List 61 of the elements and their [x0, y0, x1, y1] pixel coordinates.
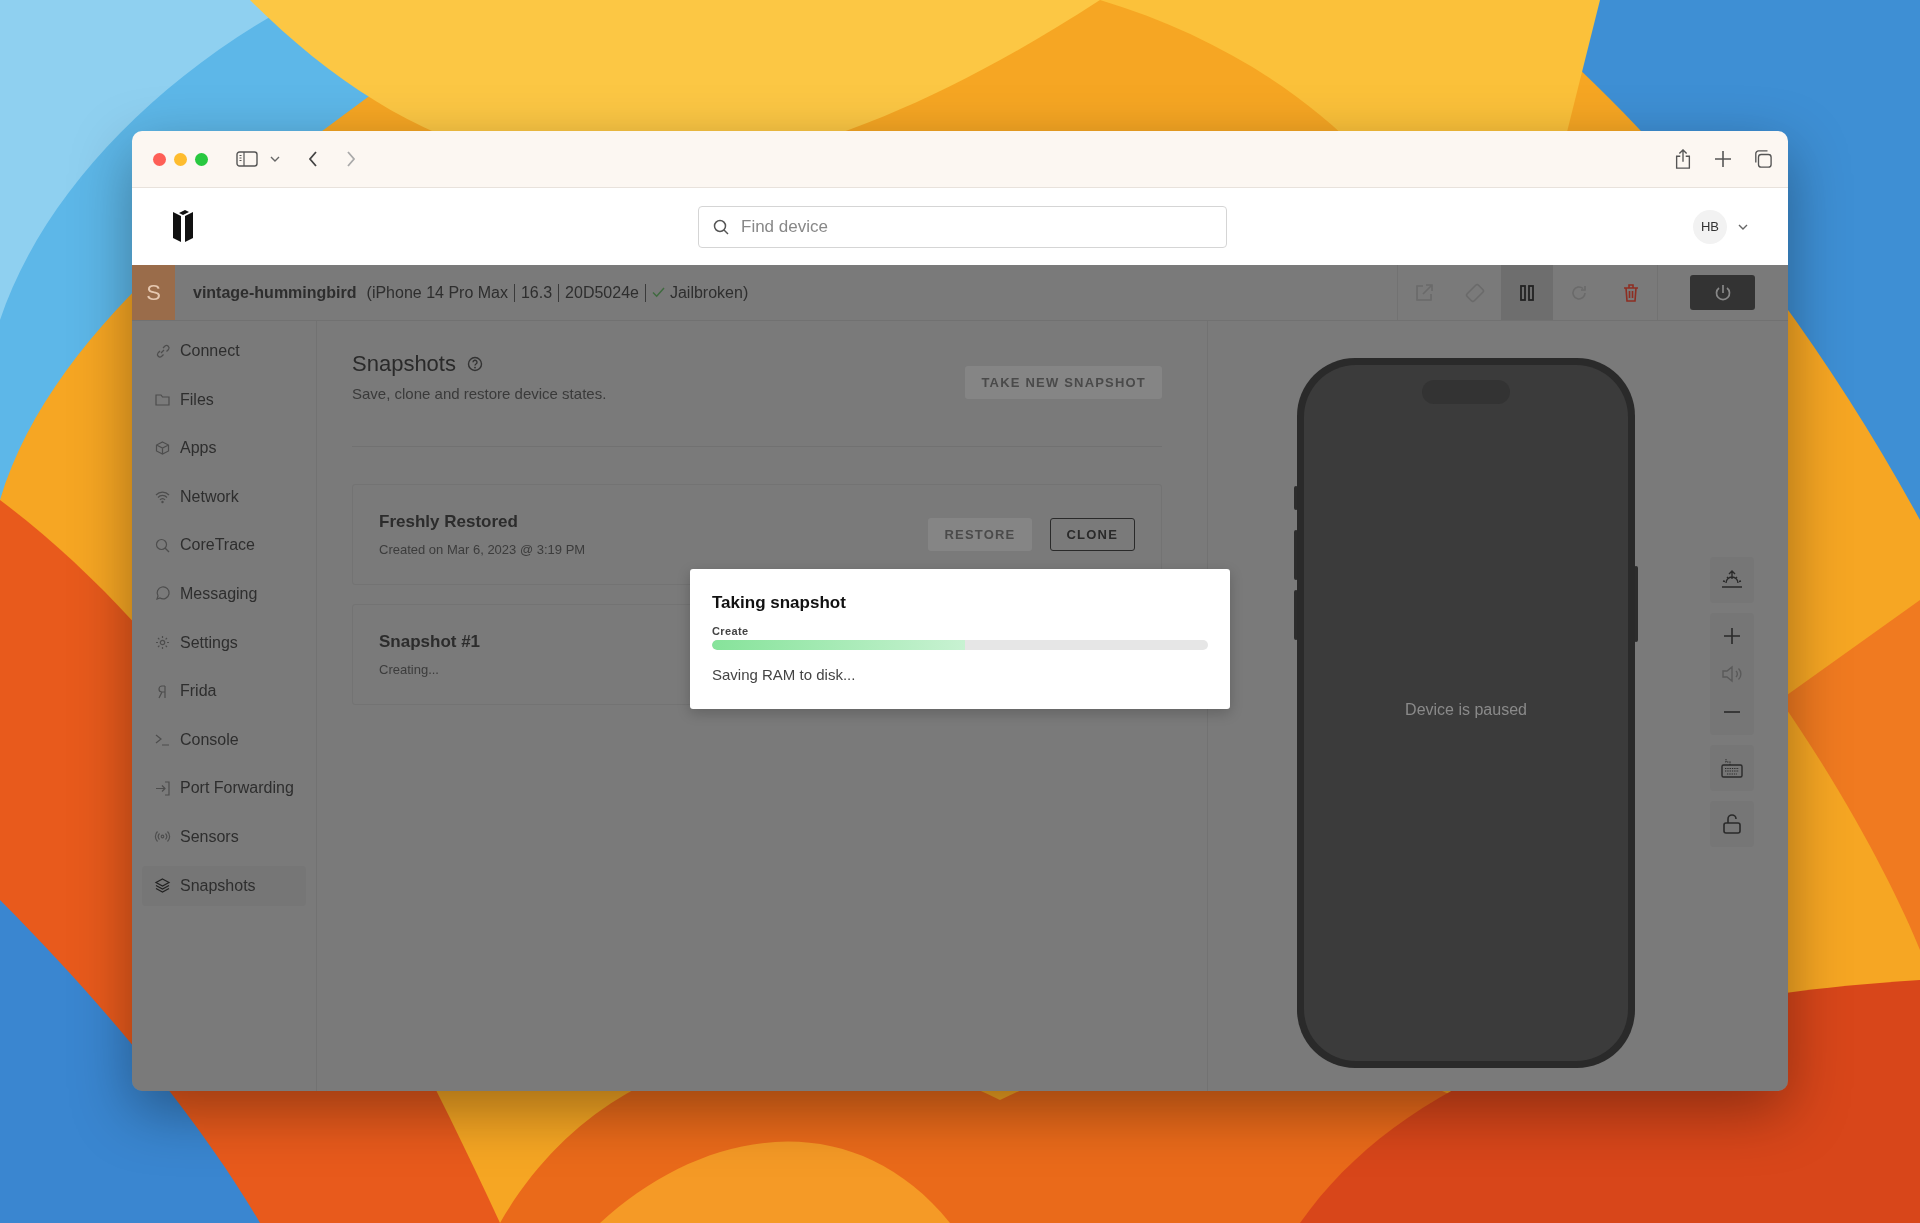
dialog-title: Taking snapshot — [712, 593, 847, 613]
chevron-down-icon[interactable] — [1738, 223, 1748, 230]
plus-icon[interactable] — [1714, 149, 1732, 169]
forward-icon[interactable] — [346, 150, 356, 168]
keyboard-icon — [1720, 756, 1744, 780]
sidebar-item[interactable]: Connect — [142, 331, 306, 371]
settings-icon — [154, 634, 171, 652]
device-name: vintage-hummingbird — [193, 283, 357, 302]
chevron-down-icon[interactable] — [270, 156, 280, 162]
power-button[interactable] — [1690, 275, 1755, 310]
sidebar-item[interactable]: Messaging — [142, 573, 306, 614]
jailbreak-status: Jailbroken) — [669, 283, 749, 302]
unlock-icon — [1720, 812, 1744, 836]
minimize-window-button[interactable] — [174, 152, 187, 166]
zoom-window-button[interactable] — [195, 152, 208, 166]
page-subtitle: Save, clone and restore device states. — [352, 385, 607, 402]
progress-message: Saving RAM to disk... — [712, 666, 857, 683]
sidebar-item[interactable]: Sensors — [142, 816, 306, 857]
search-field[interactable]: Find device — [698, 205, 1227, 248]
minus-icon — [1723, 711, 1741, 713]
sidebar-item[interactable]: Apps — [142, 428, 306, 469]
sign-in-icon — [154, 779, 171, 797]
snapshot-date: Creating... — [379, 662, 440, 677]
sidebar-item[interactable]: Files — [142, 379, 306, 420]
pause-icon — [1517, 282, 1537, 303]
step-label: Create — [712, 625, 750, 637]
help-icon[interactable] — [466, 356, 483, 372]
snapshot-name: Snapshot #1 — [379, 632, 481, 652]
power-icon — [1715, 283, 1730, 300]
snapshot-name: Freshly Restored — [379, 512, 519, 532]
close-window-button[interactable] — [153, 152, 166, 166]
search-icon — [713, 218, 729, 235]
folder-icon — [154, 391, 171, 409]
page-title: Snapshots — [352, 351, 456, 377]
device-detail: 20D5024e — [565, 283, 639, 302]
share-icon[interactable] — [1674, 149, 1692, 169]
sidebar-item[interactable]: Frida — [142, 671, 306, 712]
snapshot-date: Created on Mar 6, 2023 @ 3:19 PM — [379, 542, 586, 557]
snapshot-action-button[interactable]: CLONE — [1049, 518, 1135, 551]
sidebar-item[interactable]: Settings — [142, 622, 306, 663]
search-icon — [154, 536, 171, 554]
layers-icon — [154, 877, 171, 895]
paused-message: Device is paused — [1404, 701, 1528, 719]
chat-icon — [154, 585, 171, 603]
back-icon[interactable] — [308, 150, 318, 168]
logo-icon[interactable] — [171, 208, 195, 245]
tabs-icon[interactable] — [1754, 149, 1772, 169]
sidebar-item[interactable]: Network — [142, 476, 306, 517]
device-initial: S — [132, 265, 175, 320]
sidebar-icon[interactable] — [236, 151, 258, 167]
sidebar-item[interactable]: Snapshots — [142, 865, 306, 906]
pause-button[interactable] — [1501, 265, 1553, 320]
trash-icon — [1623, 283, 1639, 302]
sidebar-item[interactable]: Console — [142, 719, 306, 760]
sidebar-item[interactable]: CoreTrace — [142, 525, 306, 566]
link-icon — [154, 342, 171, 360]
device-detail: 16.3 — [520, 283, 553, 302]
user-avatar[interactable]: HB — [1693, 209, 1727, 244]
cube-icon — [154, 439, 171, 457]
device-detail: (iPhone 14 Pro Max — [366, 283, 508, 302]
sidebar-item[interactable]: Port Forwarding — [142, 768, 306, 809]
